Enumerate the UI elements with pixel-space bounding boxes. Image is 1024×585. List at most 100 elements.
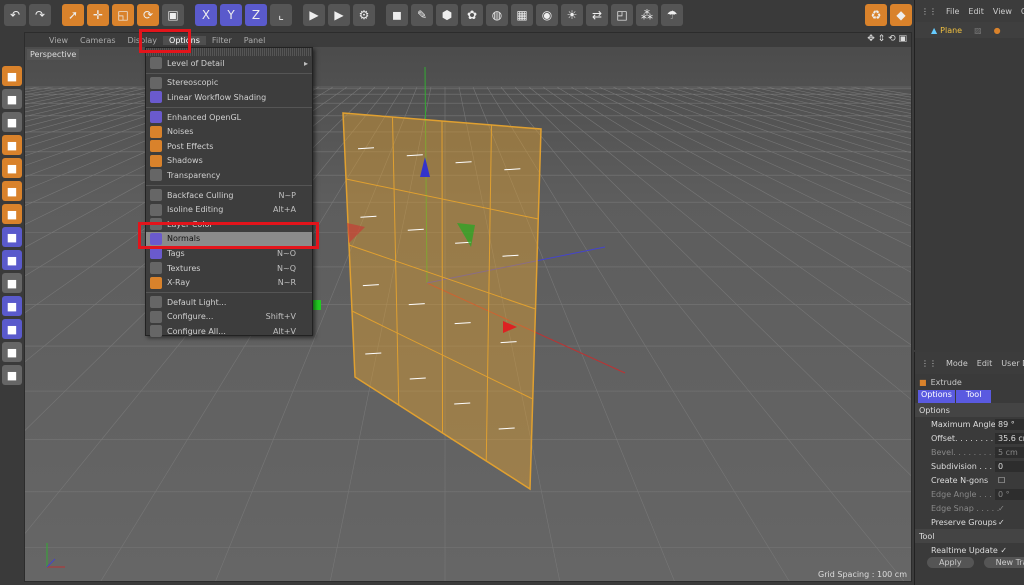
redo-icon[interactable]: ↷ xyxy=(29,4,51,26)
field-value[interactable]: 89 ° xyxy=(995,418,1024,430)
menu-item-default-light[interactable]: Default Light... xyxy=(146,295,312,310)
xray-icon xyxy=(150,276,162,289)
grid-spacing: Grid Spacing : 100 cm xyxy=(818,570,907,579)
menu-item-shadows[interactable]: Shadows xyxy=(146,154,312,169)
object-row-plane[interactable]: ▲ Plane ▨ ● xyxy=(915,22,1024,38)
field-maximum-angle[interactable]: Maximum Angle 89 ° xyxy=(915,417,1024,431)
render-settings-icon[interactable]: ⚙ xyxy=(353,4,375,26)
move-icon[interactable]: ✛ xyxy=(87,4,109,26)
render-view-icon[interactable]: ▶ xyxy=(303,4,325,26)
menu-item-level-of-detail[interactable]: Level of Detail ▸ xyxy=(146,56,312,71)
viewport-menu-filter[interactable]: Filter xyxy=(206,36,238,45)
layer-icon[interactable]: ■ xyxy=(2,365,22,385)
make-editable-icon[interactable]: ♻ xyxy=(865,4,887,26)
field-label: Edge Snap . . . . . xyxy=(931,503,1000,513)
rotate-icon[interactable]: ⟳ xyxy=(137,4,159,26)
scale-icon[interactable]: ◱ xyxy=(112,4,134,26)
menu-item-linear-workflow-shading[interactable]: Linear Workflow Shading xyxy=(146,90,312,105)
field-value[interactable]: 35.6 cm xyxy=(995,432,1024,444)
z-axis-icon[interactable]: Z xyxy=(245,4,267,26)
snap-icon[interactable]: ■ xyxy=(2,250,22,270)
menu-item-textures[interactable]: Textures N~Q xyxy=(146,261,312,276)
viewport-menu-cameras[interactable]: Cameras xyxy=(74,36,122,45)
xyz-icon[interactable]: ⁂ xyxy=(636,4,658,26)
menu-item-stereoscopic[interactable]: Stereoscopic xyxy=(146,76,312,91)
field-value[interactable]: ✓ xyxy=(995,517,1024,528)
render-picture-queue-icon[interactable]: ▶ xyxy=(328,4,350,26)
menu-item-post-effects[interactable]: Post Effects xyxy=(146,139,312,154)
field-value[interactable]: 5 cm xyxy=(995,446,1024,458)
tag-icon[interactable]: ⇄ xyxy=(586,4,608,26)
y-axis-icon[interactable]: Y xyxy=(220,4,242,26)
deformer-icon[interactable]: ◍ xyxy=(486,4,508,26)
realtime-update-row[interactable]: Realtime Update ✓ xyxy=(915,543,1024,557)
field-bevel[interactable]: Bevel. . . . . . . . . .5 cm xyxy=(915,445,1024,459)
options-dropdown: Level of Detail ▸ Stereoscopic Linear Workf… xyxy=(145,47,313,339)
panel-menu-edit[interactable]: Edit xyxy=(977,359,993,368)
field-value[interactable]: 0 ° xyxy=(995,488,1024,500)
menu-item-x-ray[interactable]: X-Ray N~R xyxy=(146,275,312,290)
field-preserve-groups[interactable]: Preserve Groups ✓ xyxy=(915,515,1024,529)
menu-item-transparency[interactable]: Transparency xyxy=(146,168,312,183)
viewport-menu-panel[interactable]: Panel xyxy=(238,36,272,45)
menu-item-configure-all[interactable]: Configure All... Alt+V xyxy=(146,324,312,339)
texture-icon[interactable]: ■ xyxy=(2,89,22,109)
workplane-icon[interactable]: ■ xyxy=(2,112,22,132)
floor-icon[interactable]: ▦ xyxy=(511,4,533,26)
menu-item-isoline-editing[interactable]: Isoline Editing Alt+A xyxy=(146,202,312,217)
lod-icon xyxy=(150,57,162,70)
tab-options[interactable]: Options xyxy=(918,390,955,403)
viewport-menu-view[interactable]: View xyxy=(43,36,74,45)
new-transform-button[interactable]: New Tra xyxy=(983,557,1024,568)
sculpt-icon[interactable]: ■ xyxy=(2,296,22,316)
field-edge-snap[interactable]: Edge Snap . . . . . ✓ xyxy=(915,501,1024,515)
polygons-icon[interactable]: ■ xyxy=(2,181,22,201)
x-axis-icon[interactable]: X xyxy=(195,4,217,26)
undo-icon[interactable]: ↶ xyxy=(4,4,26,26)
panel-menu-view[interactable]: View xyxy=(993,7,1012,16)
model-mode-icon[interactable]: ◆ xyxy=(890,4,912,26)
grid-line xyxy=(598,86,911,227)
field-offset[interactable]: Offset. . . . . . . . .35.6 cm xyxy=(915,431,1024,445)
viewport-nav-icons[interactable]: ✥ ⇕ ⟲ ▣ xyxy=(867,34,907,44)
extrude-icon: ■ xyxy=(919,377,927,387)
tweak-icon[interactable]: ■ xyxy=(2,227,22,247)
field-edge-angle[interactable]: Edge Angle . . . .0 ° xyxy=(915,487,1024,501)
field-value[interactable]: ☐ xyxy=(995,475,1024,486)
quantize-icon[interactable]: ■ xyxy=(2,319,22,339)
panel-menu-mode[interactable]: Mode xyxy=(946,359,968,368)
select-icon[interactable]: ➚ xyxy=(62,4,84,26)
menu-item-configure[interactable]: Configure... Shift+V xyxy=(146,310,312,325)
subdivision-icon[interactable]: ⬢ xyxy=(436,4,458,26)
lock-icon[interactable]: ■ xyxy=(2,273,22,293)
menu-item-enhanced-opengl[interactable]: Enhanced OpenGL xyxy=(146,110,312,125)
model-icon[interactable]: ■ xyxy=(2,66,22,86)
realtime-checkbox[interactable]: ✓ xyxy=(1000,546,1007,555)
axis-icon[interactable]: ■ xyxy=(2,204,22,224)
xpresso-icon[interactable]: ◰ xyxy=(611,4,633,26)
grid-line xyxy=(612,86,911,210)
panel-menu-user-data[interactable]: User Data xyxy=(1001,359,1024,368)
field-value[interactable]: 0 xyxy=(995,460,1024,472)
object-icon[interactable]: ▣ xyxy=(162,4,184,26)
field-subdivision[interactable]: Subdivision . . . .0 xyxy=(915,459,1024,473)
camera-icon[interactable]: ◉ xyxy=(536,4,558,26)
points-icon[interactable]: ■ xyxy=(2,135,22,155)
menu-item-backface-culling[interactable]: Backface Culling N~P xyxy=(146,188,312,203)
grid-line xyxy=(640,86,911,182)
cloner-icon[interactable]: ✿ xyxy=(461,4,483,26)
light-icon[interactable]: ☀ xyxy=(561,4,583,26)
field-create-n-gons[interactable]: Create N-gons ☐ xyxy=(915,473,1024,487)
field-value[interactable]: ✓ xyxy=(995,503,1024,514)
panel-menu-file[interactable]: File xyxy=(946,7,959,16)
grid-icon[interactable]: ■ xyxy=(2,342,22,362)
parachute-icon[interactable]: ☂ xyxy=(661,4,683,26)
menu-item-noises[interactable]: Noises xyxy=(146,124,312,139)
tab-tool[interactable]: Tool xyxy=(955,390,992,403)
coordinate-system-icon[interactable]: ⌞ xyxy=(270,4,292,26)
apply-button[interactable]: Apply xyxy=(927,557,974,568)
cube-icon[interactable]: ◼ xyxy=(386,4,408,26)
panel-menu-edit[interactable]: Edit xyxy=(968,7,984,16)
edges-icon[interactable]: ■ xyxy=(2,158,22,178)
pen-icon[interactable]: ✎ xyxy=(411,4,433,26)
